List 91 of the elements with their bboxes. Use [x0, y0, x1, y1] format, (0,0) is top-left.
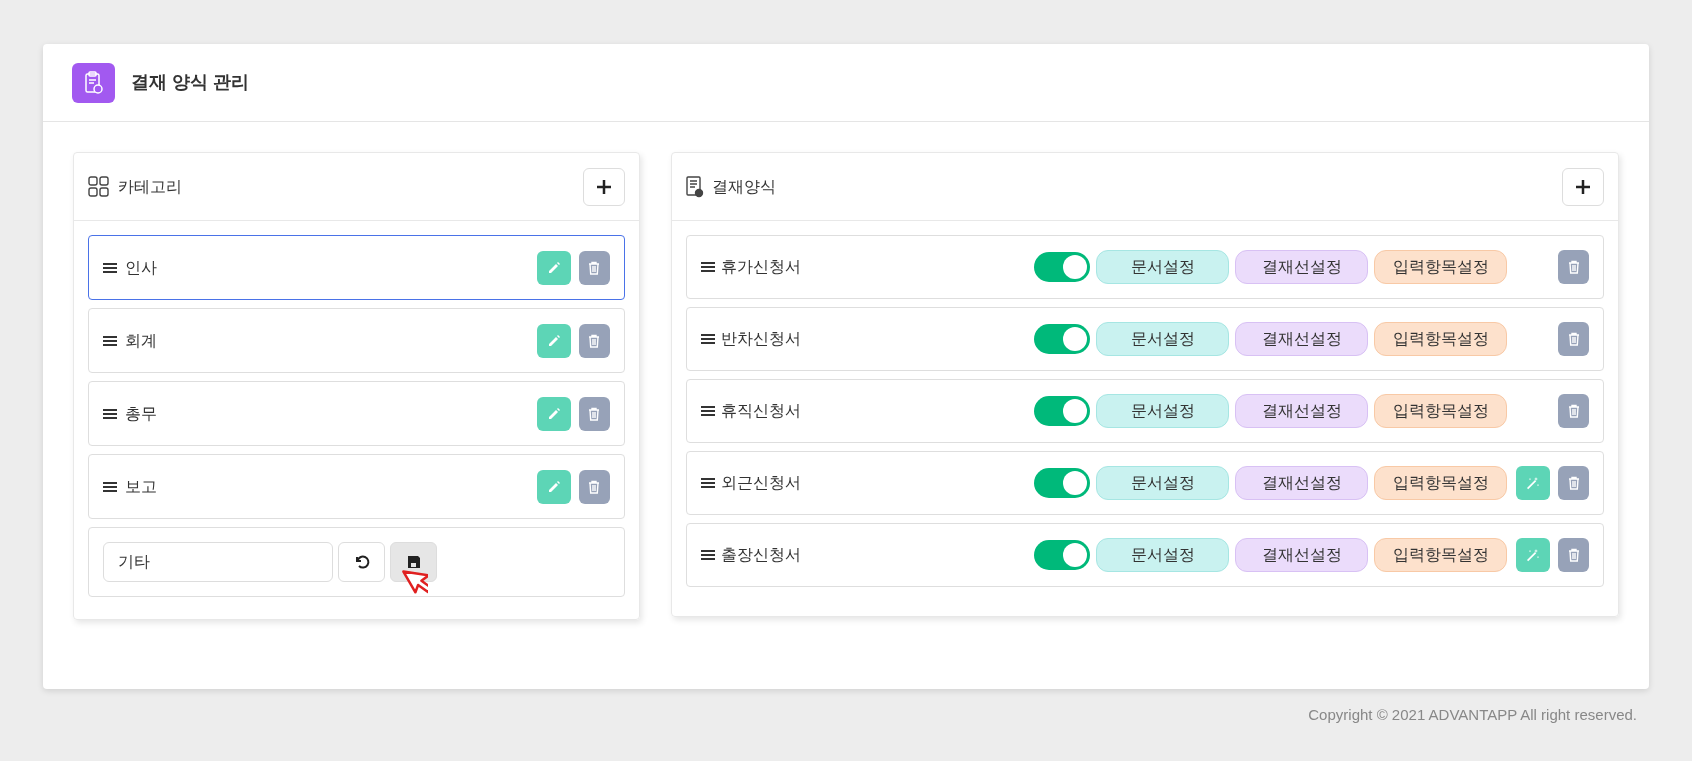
add-button[interactable] [582, 167, 625, 206]
pencil-icon [546, 333, 561, 348]
form-name: 외근신청서 [720, 473, 802, 493]
delete-button[interactable] [578, 250, 610, 285]
form-name: 반차신청서 [720, 329, 802, 349]
page-title: 결재 양식 관리 [131, 71, 249, 94]
magic-wand-button[interactable] [1515, 538, 1550, 572]
drag-handle-icon[interactable] [700, 405, 715, 417]
form-row[interactable]: 반차신청서 문서설정 결재선설정 입력항목설정 [685, 307, 1604, 371]
copyright-text: Copyright © 2021 ADVANTAPP All right reserved. [1308, 705, 1637, 725]
form-name: 휴직신청서 [720, 401, 802, 421]
input-fields-button[interactable]: 입력항목설정 [1374, 466, 1507, 500]
document-settings-button[interactable]: 문서설정 [1096, 322, 1229, 356]
category-label: 회계 [125, 330, 158, 351]
category-item[interactable]: 총무 [88, 381, 625, 446]
magic-wand-icon [1525, 548, 1540, 562]
document-settings-button[interactable]: 문서설정 [1096, 250, 1229, 284]
drag-handle-icon[interactable] [103, 334, 117, 347]
edit-button[interactable] [536, 469, 571, 504]
trash-icon [588, 479, 601, 494]
drag-handle-icon[interactable] [700, 477, 715, 489]
category-input-field[interactable]: 기타 [103, 542, 333, 582]
delete-button[interactable] [1558, 466, 1589, 500]
approval-line-button[interactable]: 결재선설정 [1235, 322, 1368, 356]
trash-icon [1567, 476, 1580, 490]
document-settings-button[interactable]: 문서설정 [1096, 466, 1229, 500]
input-fields-button[interactable]: 입력항목설정 [1374, 250, 1507, 284]
drag-handle-icon[interactable] [700, 549, 715, 561]
category-label: 인사 [125, 257, 158, 278]
trash-icon [588, 406, 601, 421]
toggle-switch[interactable] [1034, 252, 1090, 282]
magic-wand-icon [1525, 476, 1540, 490]
toggle-switch[interactable] [1034, 468, 1090, 498]
category-item[interactable]: 보고 [88, 454, 625, 519]
form-row[interactable]: 출장신청서 문서설정 결재선설정 입력항목설정 [685, 523, 1604, 587]
form-row[interactable]: 휴가신청서 문서설정 결재선설정 입력항목설정 [685, 235, 1604, 299]
pencil-icon [546, 479, 561, 494]
approval-line-button[interactable]: 결재선설정 [1235, 394, 1368, 428]
add-button[interactable] [1562, 167, 1604, 206]
grid-icon [88, 175, 110, 198]
category-item[interactable]: 인사 [88, 235, 625, 300]
approval-line-button[interactable]: 결재선설정 [1235, 250, 1368, 284]
input-fields-button[interactable]: 입력항목설정 [1374, 322, 1507, 356]
plus-icon [596, 179, 611, 194]
delete-button[interactable] [1558, 394, 1589, 428]
drag-handle-icon[interactable] [700, 261, 715, 273]
delete-button[interactable] [578, 323, 610, 358]
drag-handle-icon[interactable] [103, 261, 117, 274]
approval-line-button[interactable]: 결재선설정 [1235, 538, 1368, 572]
category-label: 보고 [125, 476, 158, 497]
undo-button[interactable] [338, 542, 385, 582]
pencil-icon [546, 406, 561, 421]
drag-handle-icon[interactable] [700, 333, 715, 345]
form-row[interactable]: 외근신청서 문서설정 결재선설정 입력항목설정 [685, 451, 1604, 515]
delete-button[interactable] [1558, 322, 1589, 356]
input-fields-button[interactable]: 입력항목설정 [1374, 538, 1507, 572]
delete-button[interactable] [1558, 250, 1589, 284]
clipboard-icon [72, 62, 115, 103]
input-fields-button[interactable]: 입력항목설정 [1374, 394, 1507, 428]
plus-icon [1576, 179, 1590, 194]
edit-button[interactable] [536, 250, 571, 285]
form-name: 휴가신청서 [720, 257, 802, 277]
edit-button[interactable] [536, 396, 571, 431]
toggle-switch[interactable] [1034, 396, 1090, 426]
trash-icon [1567, 404, 1580, 418]
trash-icon [588, 260, 601, 275]
trash-icon [1567, 332, 1580, 346]
document-settings-button[interactable]: 문서설정 [1096, 538, 1229, 572]
document-settings-button[interactable]: 문서설정 [1096, 394, 1229, 428]
undo-icon [353, 554, 370, 570]
toggle-switch[interactable] [1034, 540, 1090, 570]
drag-handle-icon[interactable] [103, 407, 117, 420]
panel-title: 카테고리 [118, 176, 182, 197]
edit-button[interactable] [536, 323, 571, 358]
category-label: 총무 [125, 403, 158, 424]
delete-button[interactable] [578, 469, 610, 504]
category-item[interactable]: 회계 [88, 308, 625, 373]
delete-button[interactable] [1558, 538, 1589, 572]
toggle-switch[interactable] [1034, 324, 1090, 354]
pencil-icon [546, 260, 561, 275]
delete-button[interactable] [578, 396, 610, 431]
form-row[interactable]: 휴직신청서 문서설정 결재선설정 입력항목설정 [685, 379, 1604, 443]
trash-icon [588, 333, 601, 348]
document-icon [685, 175, 704, 198]
drag-handle-icon[interactable] [103, 480, 117, 493]
form-name: 출장신청서 [720, 545, 802, 565]
panel-title: 결재양식 [711, 176, 776, 197]
approval-line-button[interactable]: 결재선설정 [1235, 466, 1368, 500]
magic-wand-button[interactable] [1515, 466, 1550, 500]
trash-icon [1567, 548, 1580, 562]
trash-icon [1567, 260, 1580, 274]
